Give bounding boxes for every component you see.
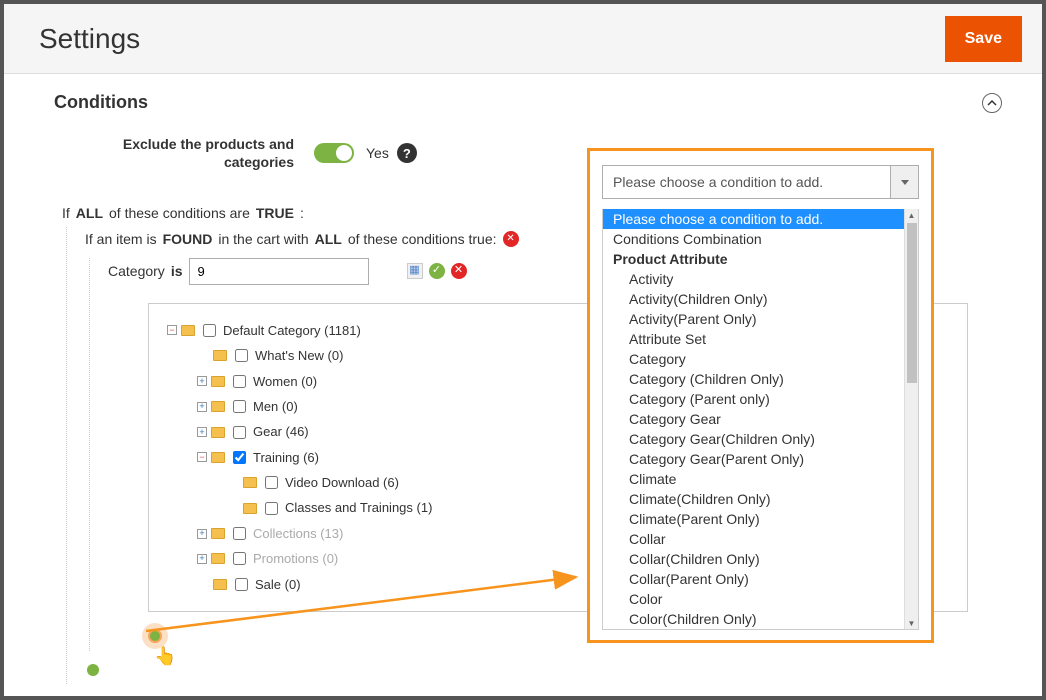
chooser-icon[interactable]: ▦ — [407, 263, 423, 279]
page-header: Settings Save — [4, 4, 1042, 74]
expand-node-icon[interactable]: + — [197, 554, 207, 564]
category-label[interactable]: Women (0) — [253, 370, 317, 393]
dropdown-option[interactable]: Category (Parent only) — [603, 389, 912, 409]
operator-found[interactable]: FOUND — [163, 227, 213, 252]
condition-value-input[interactable] — [189, 258, 369, 285]
dropdown-option[interactable]: Collar — [603, 529, 912, 549]
page-title: Settings — [39, 23, 140, 55]
category-label[interactable]: Training (6) — [253, 446, 319, 469]
dropdown-option[interactable]: Category Gear(Children Only) — [603, 429, 912, 449]
category-label[interactable]: Classes and Trainings (1) — [285, 496, 432, 519]
dropdown-option[interactable]: Activity(Children Only) — [603, 289, 912, 309]
category-label[interactable]: Video Download (6) — [285, 471, 399, 494]
category-label[interactable]: Promotions (0) — [253, 547, 338, 570]
dropdown-option[interactable]: Collar(Parent Only) — [603, 569, 912, 589]
dropdown-option[interactable]: Color — [603, 589, 912, 609]
category-checkbox[interactable] — [203, 324, 216, 337]
dropdown-option[interactable]: Collar(Children Only) — [603, 549, 912, 569]
dropdown-option[interactable]: Color(Children Only) — [603, 609, 912, 629]
dropdown-option[interactable]: Please choose a condition to add. — [603, 209, 912, 229]
folder-icon — [211, 427, 225, 438]
exclude-label: Exclude the products and categories — [84, 135, 294, 171]
condition-dropdown-panel: Please choose a condition to add. Please… — [587, 148, 934, 643]
expand-node-icon[interactable]: + — [197, 376, 207, 386]
folder-icon — [211, 401, 225, 412]
aggregator-all[interactable]: ALL — [76, 201, 103, 226]
add-condition-button-outer[interactable] — [87, 664, 99, 676]
category-checkbox[interactable] — [233, 375, 246, 388]
category-checkbox[interactable] — [235, 349, 248, 362]
dropdown-option[interactable]: Climate — [603, 469, 912, 489]
category-checkbox[interactable] — [265, 502, 278, 515]
condition-select[interactable]: Please choose a condition to add. — [602, 165, 919, 199]
category-checkbox[interactable] — [233, 527, 246, 540]
dropdown-option[interactable]: Activity — [603, 269, 912, 289]
attr-label[interactable]: Category — [108, 259, 165, 284]
category-label[interactable]: What's New (0) — [255, 344, 343, 367]
dropdown-option[interactable]: Category Gear — [603, 409, 912, 429]
dropdown-option[interactable]: Climate(Parent Only) — [603, 509, 912, 529]
aggregator-all-sub[interactable]: ALL — [315, 227, 342, 252]
folder-icon — [211, 553, 225, 564]
section-title: Conditions — [54, 92, 148, 113]
exclude-toggle[interactable] — [314, 143, 354, 163]
dropdown-option[interactable]: Attribute Set — [603, 329, 912, 349]
dropdown-option[interactable]: Category — [603, 349, 912, 369]
dropdown-option[interactable]: Category (Children Only) — [603, 369, 912, 389]
folder-icon — [213, 350, 227, 361]
category-checkbox[interactable] — [233, 451, 246, 464]
category-label[interactable]: Men (0) — [253, 395, 298, 418]
category-label[interactable]: Default Category (1181) — [223, 319, 361, 342]
help-icon[interactable]: ? — [397, 143, 417, 163]
collapse-node-icon[interactable]: − — [167, 325, 177, 335]
condition-options-list[interactable]: Please choose a condition to add.Conditi… — [603, 209, 918, 629]
dropdown-option[interactable]: Activity(Parent Only) — [603, 309, 912, 329]
category-checkbox[interactable] — [233, 426, 246, 439]
cancel-icon[interactable]: ✕ — [451, 263, 467, 279]
category-checkbox[interactable] — [233, 552, 246, 565]
apply-icon[interactable]: ✓ — [429, 263, 445, 279]
category-label[interactable]: Sale (0) — [255, 573, 301, 596]
folder-icon — [213, 579, 227, 590]
expand-node-icon[interactable]: + — [197, 402, 207, 412]
remove-condition-icon[interactable]: ✕ — [503, 231, 519, 247]
category-checkbox[interactable] — [233, 400, 246, 413]
chevron-down-icon[interactable] — [890, 166, 918, 198]
operator-is[interactable]: is — [171, 259, 183, 284]
category-checkbox[interactable] — [265, 476, 278, 489]
folder-icon — [211, 528, 225, 539]
collapse-section-icon[interactable] — [982, 93, 1002, 113]
category-checkbox[interactable] — [235, 578, 248, 591]
folder-icon — [211, 376, 225, 387]
exclude-value-text: Yes — [366, 145, 389, 161]
folder-icon — [243, 503, 257, 514]
category-label[interactable]: Collections (13) — [253, 522, 343, 545]
category-label[interactable]: Gear (46) — [253, 420, 309, 443]
dropdown-option[interactable]: Conditions Combination — [603, 229, 912, 249]
collapse-node-icon[interactable]: − — [197, 452, 207, 462]
dropdown-option[interactable]: Climate(Children Only) — [603, 489, 912, 509]
dropdown-option: Product Attribute — [603, 249, 912, 269]
folder-icon — [243, 477, 257, 488]
folder-icon — [181, 325, 195, 336]
add-condition-button[interactable] — [148, 629, 162, 643]
save-button[interactable]: Save — [945, 16, 1022, 62]
condition-select-text: Please choose a condition to add. — [603, 166, 890, 198]
expand-node-icon[interactable]: + — [197, 529, 207, 539]
folder-icon — [211, 452, 225, 463]
dropdown-scrollbar[interactable]: ▲ ▼ — [904, 209, 918, 629]
expand-node-icon[interactable]: + — [197, 427, 207, 437]
value-true[interactable]: TRUE — [256, 201, 294, 226]
dropdown-option[interactable]: Category Gear(Parent Only) — [603, 449, 912, 469]
